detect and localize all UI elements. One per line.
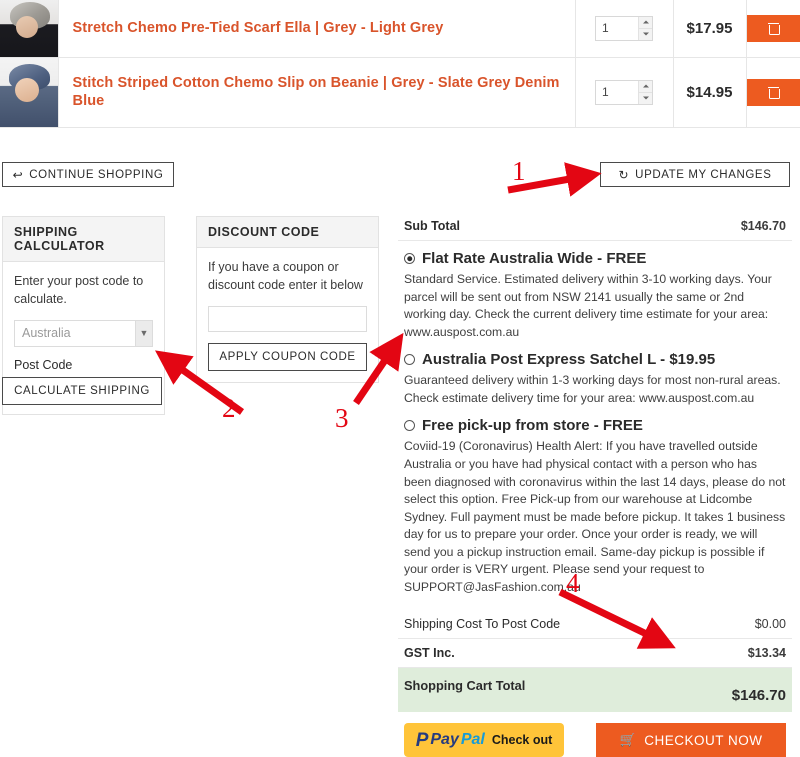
refresh-icon: ↻	[619, 169, 630, 181]
paypal-word-pal: Pal	[461, 732, 485, 748]
product-thumbnail-cell	[0, 57, 58, 127]
quantity-spinner[interactable]	[638, 17, 652, 40]
paypal-logo-icon: P Pay Pal	[416, 731, 485, 750]
product-actions-cell	[746, 0, 800, 57]
shipping-calculator-heading: SHIPPING CALCULATOR	[3, 217, 164, 262]
remove-item-button[interactable]	[747, 79, 800, 106]
cart-items-table: Stretch Chemo Pre-Tied Scarf Ella | Grey…	[0, 0, 800, 128]
update-my-changes-button[interactable]: ↻ UPDATE MY CHANGES	[600, 162, 790, 187]
shipping-option-header[interactable]: Free pick-up from store - FREE	[404, 417, 786, 434]
shopping-cart-total-row: Shopping Cart Total $146.70	[398, 668, 792, 712]
discount-code-body: If you have a coupon or discount code en…	[197, 248, 378, 382]
product-photo-blue-beanie[interactable]	[0, 58, 58, 127]
shipping-options-group: Flat Rate Australia Wide - FREE Standard…	[398, 241, 792, 610]
subtotal-row: Sub Total $146.70	[398, 212, 792, 241]
quantity-increment-icon[interactable]	[639, 17, 652, 29]
product-quantity-cell	[575, 57, 673, 127]
discount-code-panel: DISCOUNT CODE If you have a coupon or di…	[196, 216, 379, 383]
product-quantity-cell	[575, 0, 673, 57]
checkout-now-button[interactable]: 🛒 CHECKOUT NOW	[596, 723, 786, 757]
update-changes-label: UPDATE MY CHANGES	[635, 169, 771, 181]
quantity-input[interactable]	[596, 81, 638, 104]
product-thumbnail-cell	[0, 0, 58, 57]
quantity-stepper[interactable]	[595, 16, 653, 41]
flat-rate-radio[interactable]	[404, 253, 415, 264]
back-arrow-icon: ↩	[13, 169, 24, 181]
quantity-decrement-icon[interactable]	[639, 93, 652, 104]
post-code-label: Post Code	[14, 358, 153, 372]
country-select-wrap: Australia ▼	[14, 320, 153, 347]
shipping-option-header[interactable]: Flat Rate Australia Wide - FREE	[404, 250, 786, 267]
paypal-word-pay: Pay	[430, 732, 458, 748]
remove-item-button[interactable]	[747, 15, 800, 42]
product-actions-cell	[746, 57, 800, 127]
shipping-option-header[interactable]: Australia Post Express Satchel L - $19.9…	[404, 351, 786, 368]
continue-shopping-button[interactable]: ↩ CONTINUE SHOPPING	[2, 162, 174, 187]
free-pickup-radio[interactable]	[404, 420, 415, 431]
quantity-input[interactable]	[596, 17, 638, 40]
shipping-option-free-pickup[interactable]: Free pick-up from store - FREE Coviid-19…	[404, 417, 786, 596]
table-row: Stretch Chemo Pre-Tied Scarf Ella | Grey…	[0, 0, 800, 57]
annotation-number-2: 2	[222, 395, 236, 422]
order-summary: Sub Total $146.70 Flat Rate Australia Wi…	[398, 212, 792, 757]
flat-rate-label: Flat Rate Australia Wide - FREE	[422, 250, 646, 267]
calculate-shipping-button[interactable]: CALCULATE SHIPPING	[2, 377, 162, 405]
annotation-number-3: 3	[335, 405, 349, 432]
free-pickup-description: Coviid-19 (Coronavirus) Health Alert: If…	[404, 438, 786, 596]
quantity-spinner[interactable]	[638, 81, 652, 104]
shipping-cost-value: $0.00	[755, 617, 786, 631]
express-satchel-label: Australia Post Express Satchel L - $19.9…	[422, 351, 715, 368]
gst-label: GST Inc.	[404, 646, 455, 660]
paypal-mark: P	[416, 731, 429, 750]
shopping-cart-icon: 🛒	[620, 732, 637, 748]
express-satchel-description: Guaranteed delivery within 1-3 working d…	[404, 372, 786, 407]
table-row: Stitch Striped Cotton Chemo Slip on Bean…	[0, 57, 800, 127]
quantity-decrement-icon[interactable]	[639, 29, 652, 40]
shipping-cost-row: Shipping Cost To Post Code $0.00	[398, 610, 792, 639]
subtotal-label: Sub Total	[404, 219, 460, 233]
checkout-now-label: CHECKOUT NOW	[644, 733, 762, 748]
paypal-checkout-button[interactable]: P Pay Pal Check out	[404, 723, 564, 757]
country-select[interactable]: Australia	[14, 320, 153, 347]
arrow-1	[508, 175, 592, 190]
discount-code-input[interactable]	[208, 306, 367, 332]
quantity-stepper[interactable]	[595, 80, 653, 105]
shopping-cart-total-value: $146.70	[732, 687, 786, 704]
australia-post-express-radio[interactable]	[404, 354, 415, 365]
paypal-checkout-label: Check out	[492, 733, 552, 747]
product-title-link[interactable]: Stretch Chemo Pre-Tied Scarf Ella | Grey…	[59, 19, 575, 37]
annotation-number-1: 1	[512, 158, 526, 185]
shipping-option-express-satchel[interactable]: Australia Post Express Satchel L - $19.9…	[404, 351, 786, 407]
gst-row: GST Inc. $13.34	[398, 639, 792, 668]
gst-value: $13.34	[748, 646, 786, 660]
quantity-increment-icon[interactable]	[639, 81, 652, 93]
shipping-calculator-note: Enter your post code to calculate.	[14, 273, 153, 309]
apply-coupon-code-button[interactable]: APPLY COUPON CODE	[208, 343, 367, 371]
product-title-cell: Stretch Chemo Pre-Tied Scarf Ella | Grey…	[58, 0, 575, 57]
product-photo-grey-scarf[interactable]	[0, 0, 58, 57]
chevron-down-icon[interactable]: ▼	[135, 321, 152, 346]
shipping-option-flat-rate[interactable]: Flat Rate Australia Wide - FREE Standard…	[404, 250, 786, 341]
product-title-link[interactable]: Stitch Striped Cotton Chemo Slip on Bean…	[59, 74, 575, 110]
product-price: $17.95	[673, 0, 746, 57]
subtotal-value: $146.70	[741, 219, 786, 233]
payment-buttons-row: P Pay Pal Check out 🛒 CHECKOUT NOW	[398, 723, 792, 757]
product-title-cell: Stitch Striped Cotton Chemo Slip on Bean…	[58, 57, 575, 127]
discount-code-note: If you have a coupon or discount code en…	[208, 259, 367, 295]
product-price: $14.95	[673, 57, 746, 127]
trash-icon	[769, 87, 778, 98]
discount-code-heading: DISCOUNT CODE	[197, 217, 378, 248]
trash-icon	[769, 23, 778, 34]
shipping-cost-label: Shipping Cost To Post Code	[404, 617, 560, 631]
flat-rate-description: Standard Service. Estimated delivery wit…	[404, 271, 786, 341]
free-pickup-label: Free pick-up from store - FREE	[422, 417, 643, 434]
continue-shopping-label: CONTINUE SHOPPING	[29, 169, 163, 181]
